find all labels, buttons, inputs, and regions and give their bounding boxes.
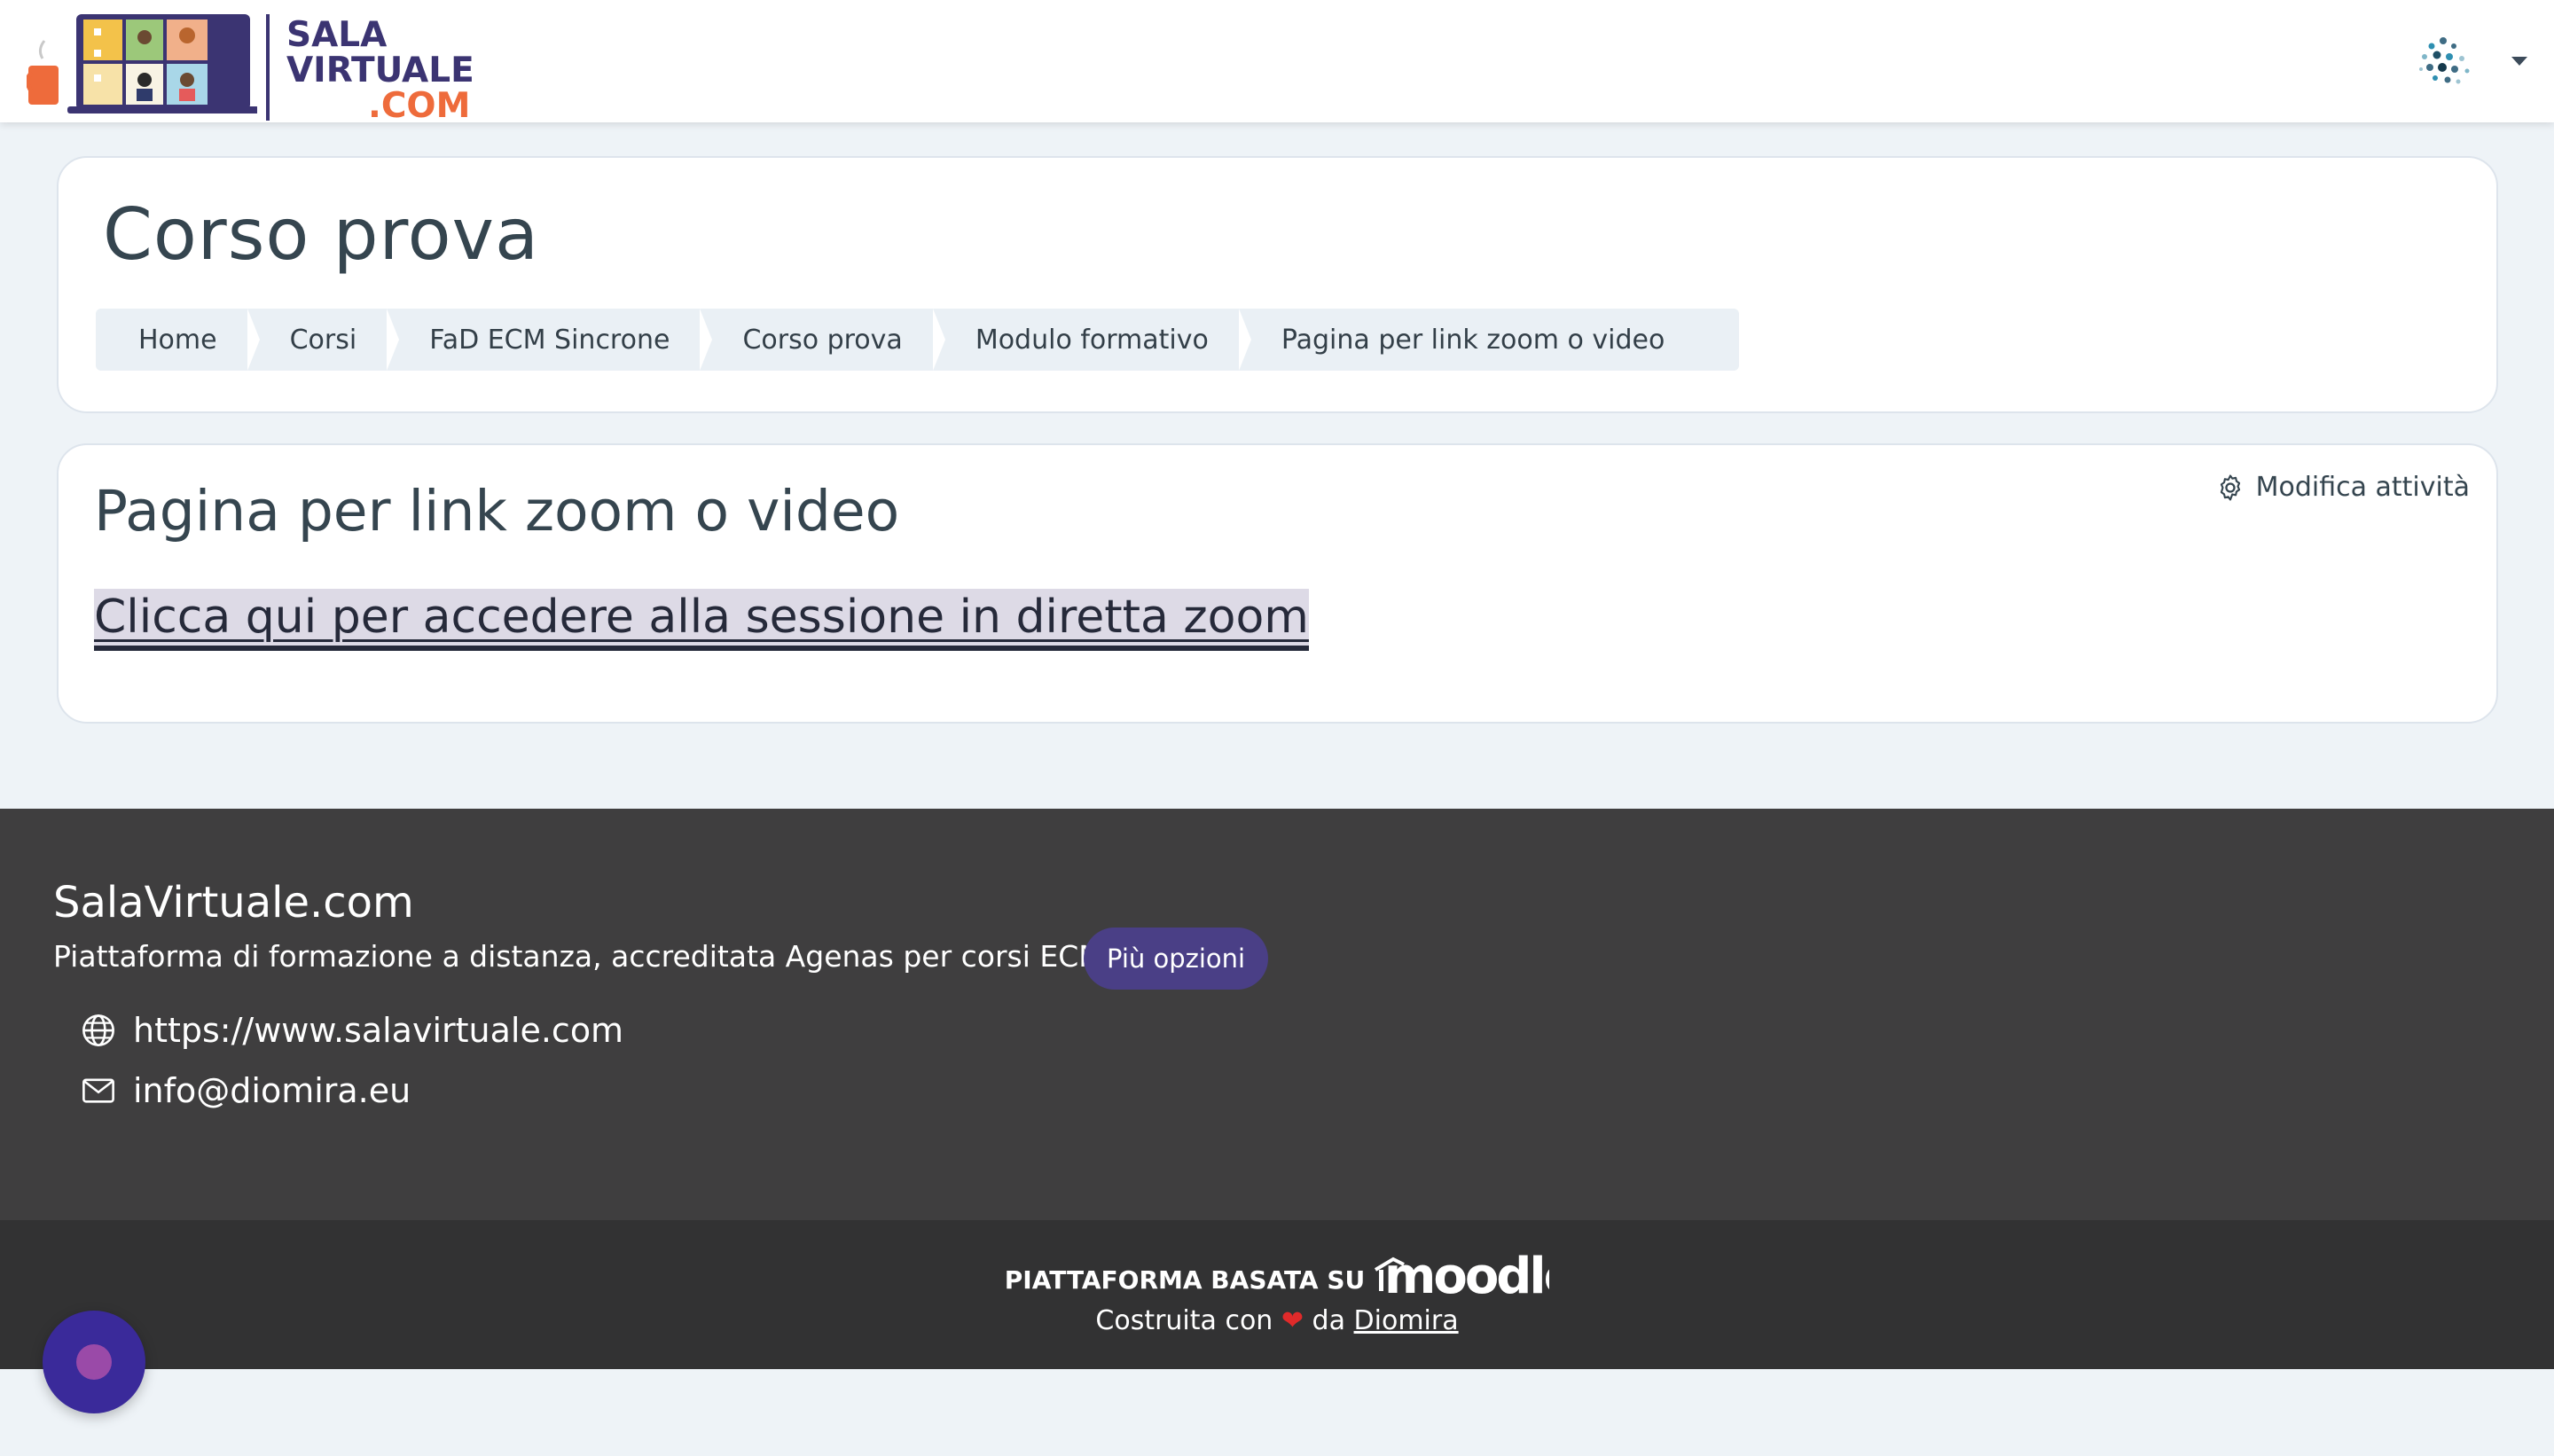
chat-launcher-button[interactable]	[43, 1311, 145, 1413]
footer-bottom: PIATTAFORMA BASATA SU moodle Costruita c…	[0, 1220, 2554, 1369]
envelope-icon	[82, 1078, 114, 1103]
breadcrumb-item-section[interactable]: Modulo formativo	[933, 309, 1251, 371]
logo-divider	[266, 14, 270, 121]
activity-title: Pagina per link zoom o video	[94, 479, 900, 544]
website-link[interactable]: https://www.salavirtuale.com	[133, 1011, 623, 1050]
footer: SalaVirtuale.com Piattaforma di formazio…	[0, 809, 2554, 1220]
footer-description: Piattaforma di formazione a distanza, ac…	[53, 939, 1104, 974]
footer-email: info@diomira.eu	[80, 1071, 411, 1110]
edit-activity-label: Modifica attività	[2255, 472, 2470, 503]
zoom-session-link[interactable]: Clicca qui per accedere alla sessione in…	[94, 589, 1309, 651]
logo-line-3: .COM	[368, 86, 471, 126]
breadcrumb: Home Corsi FaD ECM Sincrone Corso prova …	[96, 309, 1740, 371]
chevron-down-icon[interactable]	[2511, 57, 2527, 66]
activity-card: Pagina per link zoom o video Modifica at…	[57, 443, 2498, 724]
powered-by: PIATTAFORMA BASATA SU moodle	[0, 1243, 2554, 1298]
breadcrumb-item-course[interactable]: Corso prova	[700, 309, 946, 371]
course-header-card: Corso prova Home Corsi FaD ECM Sincrone …	[57, 156, 2498, 413]
edit-activity-button[interactable]: Modifica attività	[2215, 472, 2470, 503]
navbar: SALA VIRTUALE .COM	[0, 0, 2554, 124]
built-with-text: Costruita con	[1095, 1305, 1273, 1336]
diomira-link[interactable]: Diomira	[1354, 1305, 1459, 1336]
user-avatar-icon	[2419, 37, 2470, 84]
moodle-logo-icon[interactable]: moodle	[1372, 1243, 1549, 1298]
breadcrumb-item-corsi[interactable]: Corsi	[247, 309, 399, 371]
built-with: Costruita con ❤ da Diomira	[0, 1305, 2554, 1336]
chat-icon	[76, 1344, 112, 1380]
breadcrumb-item-category[interactable]: FaD ECM Sincrone	[387, 309, 713, 371]
gear-icon	[2220, 474, 2240, 501]
site-logo[interactable]: SALA VIRTUALE .COM	[25, 7, 474, 124]
page-title: Corso prova	[103, 193, 539, 276]
logo-wordmark: SALA VIRTUALE .COM	[286, 18, 474, 124]
footer-website: https://www.salavirtuale.com	[80, 1011, 623, 1050]
breadcrumb-item-home[interactable]: Home	[96, 309, 260, 371]
footer-title: SalaVirtuale.com	[53, 878, 414, 928]
logo-line-2: VIRTUALE	[286, 51, 474, 90]
breadcrumb-item-current[interactable]: Pagina per link zoom o video	[1239, 309, 1695, 371]
powered-by-text: PIATTAFORMA BASATA SU	[1004, 1265, 1366, 1295]
heart-icon: ❤	[1281, 1305, 1304, 1336]
globe-icon	[82, 1014, 114, 1046]
email-link[interactable]: info@diomira.eu	[133, 1071, 411, 1110]
built-by-prefix: da	[1312, 1305, 1345, 1336]
more-options-button[interactable]: Più opzioni	[1084, 928, 1269, 990]
laptop-meeting-logo-icon	[25, 14, 259, 114]
logo-line-1: SALA	[286, 15, 388, 55]
moodle-wordmark: moodle	[1384, 1248, 1549, 1298]
